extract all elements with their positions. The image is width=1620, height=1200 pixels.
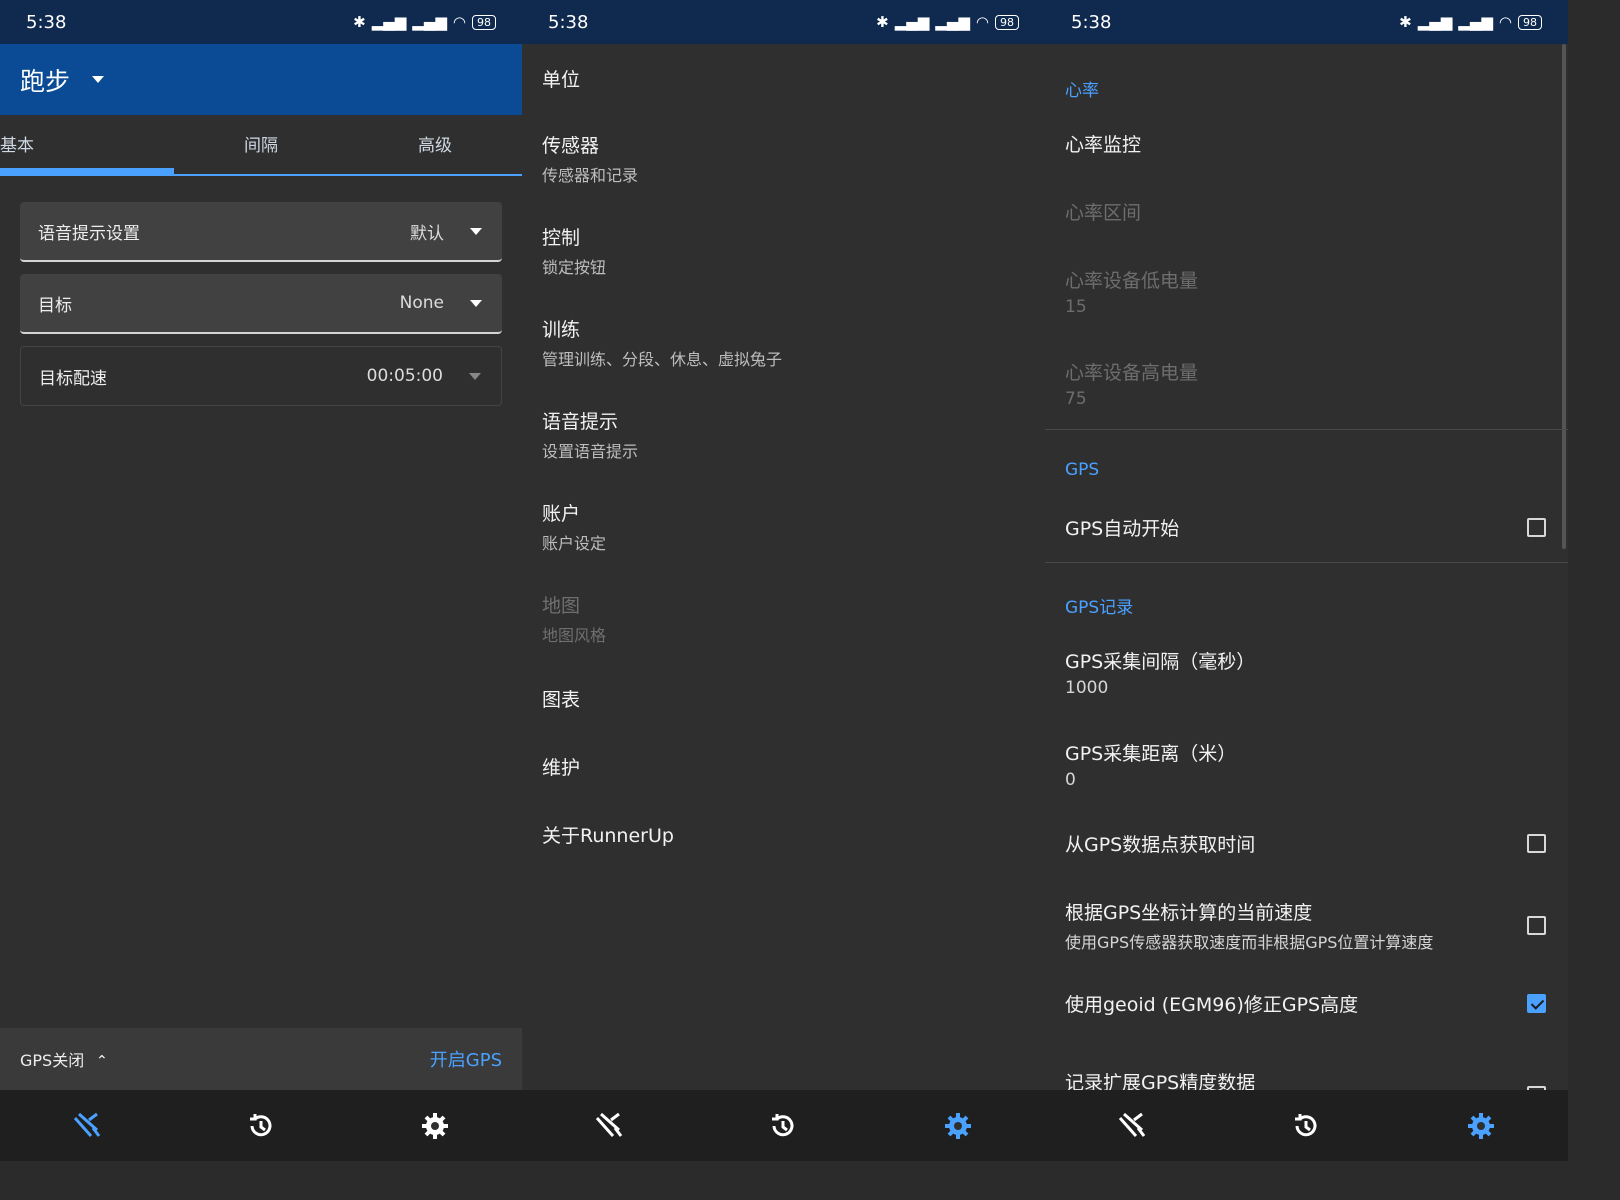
gps-speed-checkbox[interactable] xyxy=(1527,916,1546,935)
dropdown-arrow-icon xyxy=(470,299,482,307)
settings-list: 单位 传感器 传感器和记录 控制 锁定按钮 训练 管理训练、分段、休息、虚拟兔子… xyxy=(522,44,1045,868)
bottom-nav xyxy=(0,1090,522,1161)
status-time: 5:38 xyxy=(548,11,589,33)
enable-gps-button[interactable]: 开启GPS xyxy=(430,1046,502,1072)
wifi-icon: ◠ xyxy=(452,13,466,31)
signal-icon: ▂▄▆ xyxy=(1458,13,1493,31)
run-tools-icon[interactable] xyxy=(67,1106,107,1146)
divider xyxy=(1045,429,1568,430)
pref-gps-autostart[interactable]: GPS自动开始 xyxy=(1065,514,1548,541)
divider xyxy=(1045,562,1568,563)
dropdown-arrow-icon xyxy=(469,372,481,380)
history-icon[interactable] xyxy=(241,1106,281,1146)
pref-heart-zones: 心率区间 xyxy=(1065,202,1142,224)
wifi-icon: ◠ xyxy=(1498,13,1512,31)
signal-icon: ▂▄▆ xyxy=(935,13,970,31)
bluetooth-icon: ✱ xyxy=(1399,13,1412,31)
category-gps-logging: GPS记录 xyxy=(1065,598,1134,618)
settings-item-about[interactable]: 关于RunnerUp xyxy=(522,800,1045,868)
settings-item-units[interactable]: 单位 xyxy=(522,44,1045,112)
gps-geoid-checkbox[interactable] xyxy=(1527,994,1546,1013)
history-icon[interactable] xyxy=(763,1106,803,1146)
bottom-nav xyxy=(522,1090,1045,1161)
gps-status: GPS关闭 xyxy=(20,1051,85,1070)
status-bar: 5:38 ✱ ▂▄▆ ▂▄▆ ◠ 98 xyxy=(1045,0,1568,44)
settings-item-sensors[interactable]: 传感器 传感器和记录 xyxy=(522,112,1045,204)
pref-heart-monitor[interactable]: 心率监控 xyxy=(1065,130,1548,157)
settings-gear-icon[interactable] xyxy=(1461,1106,1501,1146)
bluetooth-icon: ✱ xyxy=(876,13,889,31)
tab-interval[interactable]: 间隔 xyxy=(174,115,348,176)
target-dropdown[interactable]: 目标 None xyxy=(20,274,502,334)
signal-icon: ▂▄▆ xyxy=(412,13,447,31)
pref-gps-speed[interactable]: 根据GPS坐标计算的当前速度 使用GPS传感器获取速度而非根据GPS位置计算速度 xyxy=(1065,898,1548,953)
settings-item-workouts[interactable]: 训练 管理训练、分段、休息、虚拟兔子 xyxy=(522,296,1045,388)
signal-icon: ▂▄▆ xyxy=(894,13,930,31)
pref-gps-interval[interactable]: GPS采集间隔（毫秒） 1000 xyxy=(1065,647,1548,698)
settings-item-graphs[interactable]: 图表 xyxy=(522,664,1045,732)
target-pace-dropdown[interactable]: 目标配速 00:05:00 xyxy=(20,346,502,406)
battery-icon: 98 xyxy=(1518,14,1542,30)
status-time: 5:38 xyxy=(1071,11,1112,33)
battery-icon: 98 xyxy=(995,14,1019,30)
pref-gps-time[interactable]: 从GPS数据点获取时间 xyxy=(1065,830,1548,857)
run-tools-icon[interactable] xyxy=(589,1106,629,1146)
scrollbar[interactable] xyxy=(1562,44,1566,549)
category-gps: GPS xyxy=(1065,460,1100,480)
wifi-icon: ◠ xyxy=(975,13,989,31)
signal-icon: ▂▄▆ xyxy=(1417,13,1453,31)
status-bar: 5:38 ✱ ▂▄▆ ▂▄▆ ◠ 98 xyxy=(0,0,522,44)
tab-indicator xyxy=(0,168,174,176)
status-time: 5:38 xyxy=(26,11,67,33)
tab-advanced[interactable]: 高级 xyxy=(348,115,522,176)
voice-settings-dropdown[interactable]: 语音提示设置 默认 xyxy=(20,202,502,262)
settings-item-controls[interactable]: 控制 锁定按钮 xyxy=(522,204,1045,296)
settings-gear-icon[interactable] xyxy=(415,1106,455,1146)
run-tools-icon[interactable] xyxy=(1112,1106,1152,1146)
gps-time-checkbox[interactable] xyxy=(1527,834,1546,853)
chevron-up-icon[interactable]: ⌄ xyxy=(96,1051,108,1067)
battery-icon: 98 xyxy=(472,14,496,30)
pref-gps-geoid[interactable]: 使用geoid (EGM96)修正GPS高度 xyxy=(1065,990,1548,1017)
settings-item-maintenance[interactable]: 维护 xyxy=(522,732,1045,800)
history-icon[interactable] xyxy=(1286,1106,1326,1146)
settings-item-accounts[interactable]: 账户 账户设定 xyxy=(522,480,1045,572)
tab-basic[interactable]: 基本 xyxy=(0,115,174,176)
settings-item-map: 地图 地图风格 xyxy=(542,594,607,645)
activity-type-selector[interactable]: 跑步 xyxy=(20,62,70,98)
settings-item-voice[interactable]: 语音提示 设置语音提示 xyxy=(522,388,1045,480)
pref-heart-low-battery: 心率设备低电量 15 xyxy=(1065,270,1199,317)
chevron-down-icon[interactable] xyxy=(92,76,105,83)
settings-gear-icon[interactable] xyxy=(938,1106,978,1146)
signal-icon: ▂▄▆ xyxy=(371,13,407,31)
pref-heart-high-battery: 心率设备高电量 75 xyxy=(1065,362,1199,409)
status-bar: 5:38 ✱ ▂▄▆ ▂▄▆ ◠ 98 xyxy=(522,0,1045,44)
screen-start: 5:38 ✱ ▂▄▆ ▂▄▆ ◠ 98 跑步 基本 间隔 高级 语音提示设置 默… xyxy=(0,0,522,1161)
category-heart-rate: 心率 xyxy=(1065,81,1099,101)
bluetooth-icon: ✱ xyxy=(353,13,366,31)
app-bar: 跑步 xyxy=(0,44,522,115)
dropdown-arrow-icon xyxy=(470,227,482,235)
screen-settings: 5:38 ✱ ▂▄▆ ▂▄▆ ◠ 98 单位 传感器 传感器和记录 控制 锁定按… xyxy=(522,0,1045,1161)
pref-gps-distance[interactable]: GPS采集距离（米） 0 xyxy=(1065,739,1548,790)
bottom-nav xyxy=(1045,1090,1568,1161)
screen-sensor-settings: 5:38 ✱ ▂▄▆ ▂▄▆ ◠ 98 心率 心率监控 心率区间 心率设备低电量… xyxy=(1045,0,1568,1161)
tab-bar: 基本 间隔 高级 xyxy=(0,115,522,176)
gps-autostart-checkbox[interactable] xyxy=(1527,518,1546,537)
gps-bar: GPS关闭 ⌄ 开启GPS xyxy=(0,1028,522,1090)
